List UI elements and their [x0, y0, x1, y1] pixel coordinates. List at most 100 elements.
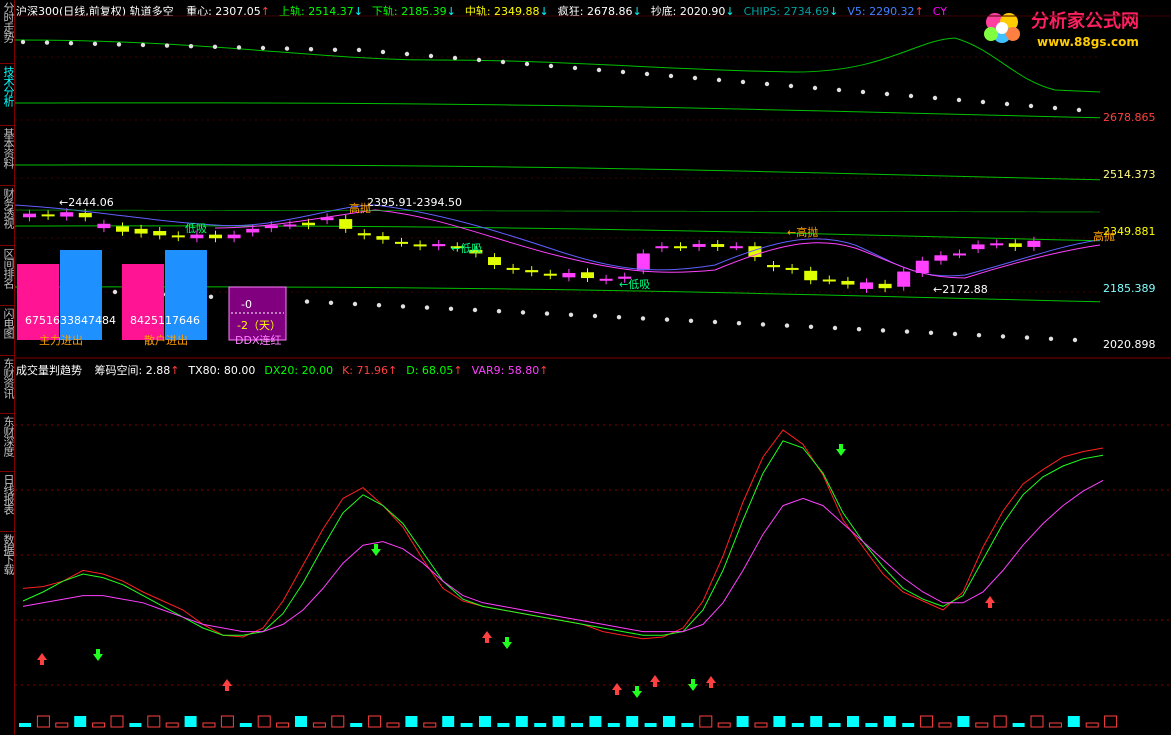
high-price-label: ←2444.06: [59, 196, 114, 209]
buy-signal-label: 低吸: [185, 222, 207, 235]
inflow-bar: [17, 264, 59, 340]
buy-signal-label: ←低吸: [619, 278, 650, 291]
lower-title[interactable]: 成交量判趋势: [16, 364, 82, 377]
sidebar-separator: [0, 413, 14, 414]
sell-arrow-icon: [371, 544, 381, 556]
candle-body: [395, 241, 408, 244]
crazy-dot: [956, 97, 962, 103]
candle-body: [915, 260, 929, 273]
kdj-line-1: [22, 440, 1104, 636]
volume-bar: [993, 715, 1007, 728]
sidebar-item-0[interactable]: 分时走势: [0, 2, 15, 42]
volume-bar: [736, 716, 749, 727]
candle-body: [97, 223, 111, 229]
flow-caption: 主力进出: [39, 333, 83, 347]
candle-body: [302, 222, 315, 226]
sidebar-item-5[interactable]: 闪电图: [0, 308, 15, 338]
crazy-dot: [908, 93, 914, 99]
ref-line: [15, 209, 1101, 213]
crazy-dot: [308, 47, 314, 52]
sidebar-separator: [0, 63, 14, 64]
middle-band-line: [15, 225, 1101, 242]
candle-body: [209, 234, 222, 239]
lower-header-label: D: 68.05: [406, 364, 454, 377]
crazy-dot: [68, 41, 74, 46]
volume-bar: [754, 722, 768, 728]
crazy-dot: [812, 85, 818, 91]
lower-header-label: DX20: 20.00: [264, 364, 334, 377]
bottom-dot: [1072, 337, 1078, 343]
bottom-dot: [352, 301, 358, 307]
lower-header-item: TX80: 80.00: [188, 364, 255, 377]
ddx-bottom-value: -2（天）: [237, 319, 281, 332]
crazy-dot: [260, 45, 266, 51]
candle-body: [674, 246, 687, 249]
volume-bar: [479, 716, 491, 727]
sidebar-item-2[interactable]: 基本资料: [0, 128, 15, 168]
sidebar-item-1[interactable]: 技术分析: [0, 66, 15, 106]
volume-bar: [1048, 722, 1062, 728]
lower-header-item: K: 71.96↑: [342, 364, 397, 377]
candle-body: [804, 270, 818, 281]
crazy-dot: [1028, 103, 1034, 109]
volume-bar: [552, 716, 565, 727]
lower-header-label: K: 71.96: [342, 364, 388, 377]
candle-body: [78, 212, 92, 218]
sidebar-item-7[interactable]: 东财深度: [0, 416, 15, 456]
bottom-dot: [304, 299, 310, 304]
candle-body: [562, 272, 576, 278]
sidebar-item-6[interactable]: 东财资讯: [0, 358, 15, 398]
bottom-dot: [448, 306, 454, 311]
volume-bar: [883, 716, 896, 727]
bottom-dot: [376, 303, 382, 308]
volume-bar: [607, 723, 620, 727]
buy-signal-label: ←低吸: [451, 242, 482, 255]
bottom-dot: [328, 300, 334, 305]
lower-header-item: VAR9: 58.80↑: [472, 364, 549, 377]
price-axis-label: 2514.373: [1103, 168, 1156, 181]
crazy-dot: [764, 81, 770, 87]
sell-arrow-icon: [502, 637, 512, 649]
volume-bar: [663, 716, 675, 727]
volume-bar: [19, 723, 31, 727]
candle-body: [581, 272, 594, 279]
bottom-dot: [976, 333, 982, 338]
volume-bar: [442, 716, 455, 727]
candle-body: [860, 282, 873, 289]
volume-bar: [681, 723, 694, 727]
sidebar-item-8[interactable]: 日线报表: [0, 474, 15, 514]
crazy-dot: [1052, 105, 1058, 111]
sell-signal-label: ←高抛: [787, 225, 818, 239]
sidebar-item-9[interactable]: 数据下载: [0, 534, 15, 574]
lower-header-item: D: 68.05↑: [406, 364, 462, 377]
sidebar-item-3[interactable]: 财务透视: [0, 188, 15, 228]
candle-body: [432, 244, 446, 247]
bottom-dot: [760, 322, 766, 327]
bottom-dot: [856, 327, 862, 332]
volume-bar: [295, 716, 307, 727]
candle-body: [60, 212, 74, 217]
volume-bar: [1104, 715, 1118, 728]
candle-body: [171, 235, 185, 238]
candle-body: [897, 271, 911, 287]
volume-bar: [331, 715, 345, 728]
candle-body: [953, 253, 966, 256]
volume-bar: [368, 715, 382, 728]
candle-body: [990, 243, 1004, 246]
candle-body: [134, 228, 148, 234]
candle-body: [283, 224, 297, 227]
volume-bar: [239, 723, 252, 727]
candle-body: [413, 244, 427, 247]
candle-body: [227, 234, 241, 239]
price-axis-label: 2185.389: [1103, 282, 1156, 295]
crazy-dot: [116, 42, 122, 47]
sidebar-item-4[interactable]: 区间排名: [0, 248, 15, 288]
bottom-dot: [1048, 336, 1054, 341]
lower-header-item: 筹码空间: 2.88↑: [95, 364, 180, 377]
bottom-dot: [568, 312, 574, 317]
volume-bar: [92, 722, 106, 728]
range-label: 2395.91-2394.50: [367, 196, 462, 209]
bottom-dot: [112, 289, 118, 295]
crazy-dot: [188, 44, 194, 49]
volume-bar: [773, 716, 786, 727]
